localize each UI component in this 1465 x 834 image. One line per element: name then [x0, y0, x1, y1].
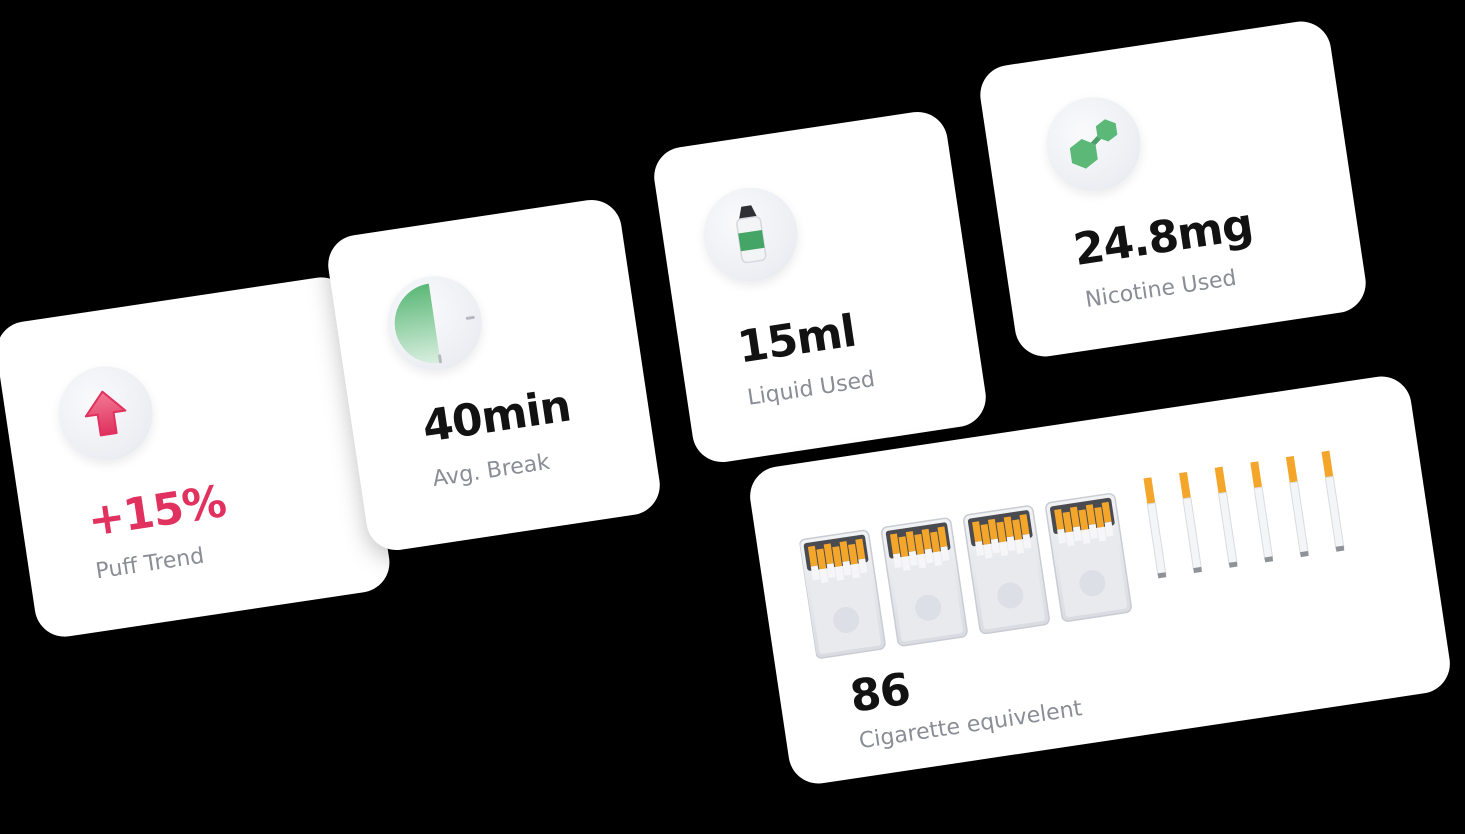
liquid-bottle-icon [697, 181, 804, 289]
single-cigarette [1321, 450, 1345, 552]
liquid-used-card: 15ml Liquid Used [650, 107, 990, 467]
cigarette-pack [1045, 493, 1132, 622]
nicotine-used-label: Nicotine Used [1083, 265, 1239, 314]
timer-icon [381, 269, 489, 377]
cigarette-pack [798, 529, 886, 659]
puff-trend-value: +15% [84, 476, 229, 547]
avg-break-label: Avg. Break [430, 449, 552, 493]
cigarette-pack [963, 505, 1050, 635]
single-cigarette [1143, 477, 1167, 579]
single-cigarette [1285, 455, 1309, 558]
cigarette-pack [880, 517, 968, 647]
cigarette-equivalent-value: 86 [846, 663, 914, 723]
single-cigarette [1214, 466, 1238, 568]
liquid-used-label: Liquid Used [745, 367, 877, 411]
liquid-used-value: 15ml [734, 305, 859, 374]
avg-break-card: 40min Avg. Break [324, 195, 664, 555]
puff-trend-card: +15% Puff Trend [0, 273, 394, 641]
avg-break-value: 40min [419, 380, 574, 453]
puff-trend-label: Puff Trend [94, 543, 206, 585]
single-cigarette [1250, 461, 1274, 563]
cigarette-packs-illustration [794, 428, 1373, 679]
molecule-icon [1040, 90, 1147, 198]
single-cigarette [1179, 471, 1203, 574]
nicotine-used-value: 24.8mg [1070, 198, 1256, 277]
arrow-up-icon [52, 360, 160, 467]
nicotine-used-card: 24.8mg Nicotine Used [976, 17, 1370, 361]
